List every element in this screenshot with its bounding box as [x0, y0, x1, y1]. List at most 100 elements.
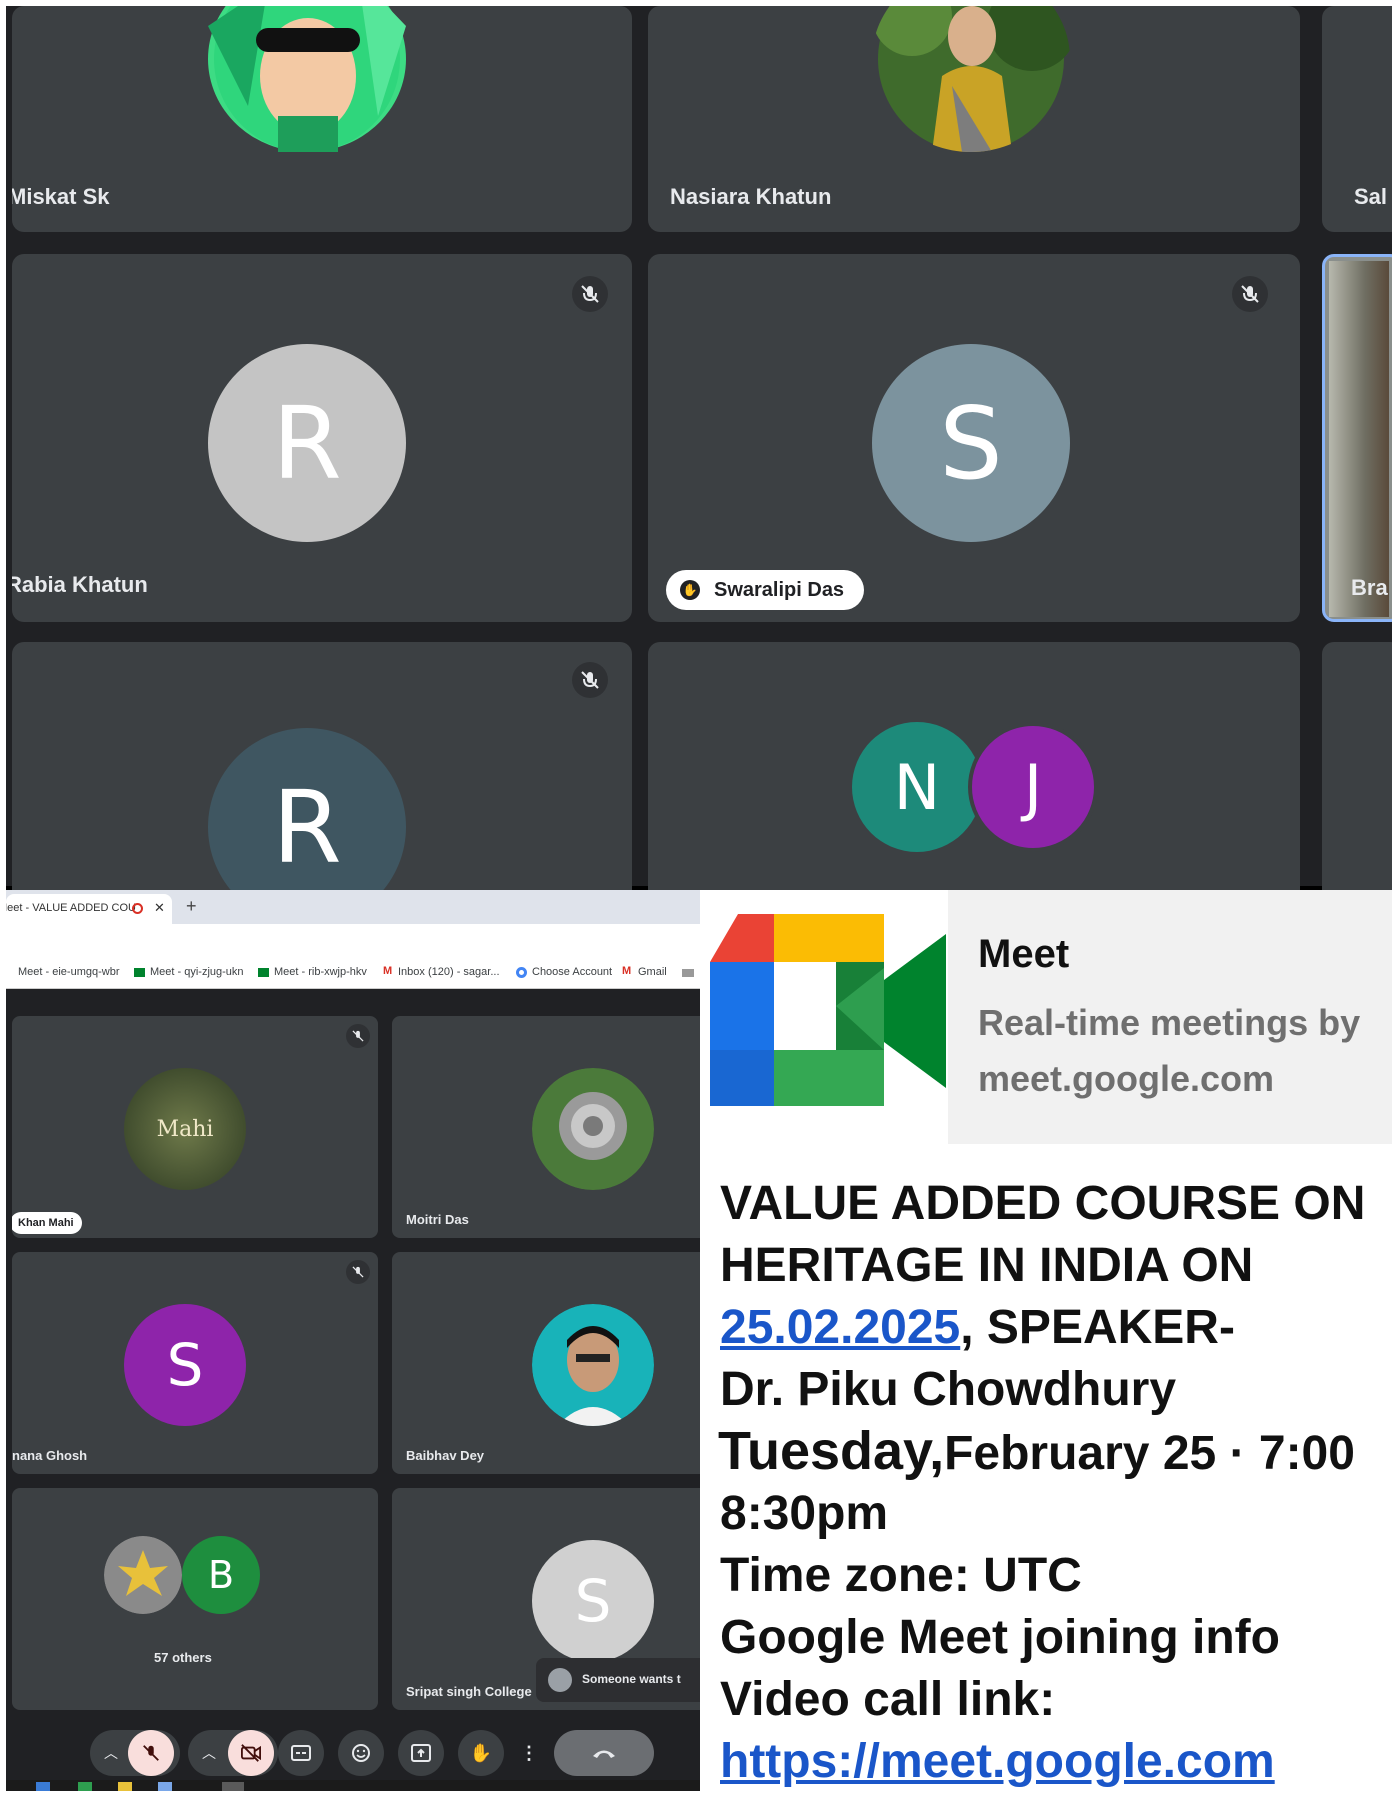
- participant-tile[interactable]: N J: [648, 642, 1300, 902]
- avatar-initial: R: [272, 384, 342, 502]
- participant-tile[interactable]: S ✋ Swaralipi Das: [648, 254, 1300, 622]
- avatar-initial: S: [574, 1567, 612, 1635]
- tab-title: Meet - VALUE ADDED COU: [6, 902, 136, 914]
- bookmark-item[interactable]: Meet - qyi-zjug-ukn: [150, 966, 244, 978]
- participant-avatar: R: [208, 728, 406, 902]
- close-tab-icon[interactable]: ✕: [154, 900, 165, 916]
- chevron-up-icon: ︿: [202, 1745, 216, 1761]
- participant-tile[interactable]: R: [12, 642, 632, 902]
- participant-avatar: S: [872, 344, 1070, 542]
- announcement-line: VALUE ADDED COURSE ON: [720, 1177, 1366, 1230]
- present-screen-icon: [411, 1744, 431, 1762]
- top-meet-grid: Miskat Sk Nasiara Khatun Sal R Rabia Kha…: [6, 6, 1392, 902]
- date-link[interactable]: 25.02.2025: [720, 1301, 960, 1354]
- toast-text: Someone wants t: [582, 1672, 681, 1686]
- gmail-bookmark-icon: M: [622, 965, 632, 977]
- mic-off-icon: [346, 1260, 370, 1284]
- mic-off-icon: [572, 276, 608, 312]
- preview-title: Meet: [978, 932, 1070, 976]
- participant-avatar: B: [182, 1536, 260, 1614]
- bookmark-item[interactable]: Meet - eie-umgq-wbr: [18, 966, 119, 978]
- participant-tile[interactable]: Sal: [1322, 6, 1392, 232]
- screenshot-collage: Miskat Sk Nasiara Khatun Sal R Rabia Kha…: [6, 6, 1392, 1791]
- bookmark-item[interactable]: Choose Account: [532, 966, 612, 978]
- speaking-name-chip: ✋ Swaralipi Das: [666, 570, 865, 610]
- mic-off-icon: [1232, 276, 1268, 312]
- participant-avatar: [872, 6, 1070, 152]
- taskbar-icon[interactable]: [222, 1782, 244, 1791]
- video-call-link[interactable]: https://meet.google.com: [720, 1734, 1275, 1789]
- new-tab-button[interactable]: +: [186, 896, 197, 917]
- participant-tile[interactable]: Miskat Sk: [12, 6, 632, 232]
- participant-tile[interactable]: Mahi Khan Mahi: [12, 1016, 378, 1238]
- reactions-button[interactable]: [338, 1730, 384, 1776]
- taskbar-icon[interactable]: [158, 1782, 172, 1791]
- participant-tile[interactable]: S nana Ghosh: [12, 1252, 378, 1474]
- participant-name: Sripat singh College: [406, 1684, 532, 1699]
- participant-avatar: J: [968, 722, 1098, 852]
- video-feed: [1329, 261, 1389, 617]
- avatar-initial: R: [272, 768, 342, 886]
- participant-avatar: [532, 1068, 654, 1190]
- bookmark-item[interactable]: Gmail: [638, 966, 667, 978]
- meet-bookmark-icon: [258, 968, 269, 977]
- join-request-toast[interactable]: Someone wants t: [536, 1658, 700, 1702]
- raise-hand-button[interactable]: ✋: [458, 1730, 504, 1776]
- participant-tile[interactable]: [1322, 642, 1392, 902]
- captions-button[interactable]: [278, 1730, 324, 1776]
- google-bookmark-icon: [516, 967, 527, 978]
- participant-avatar: N: [852, 722, 982, 852]
- browser-tab[interactable]: Meet - VALUE ADDED COU ✕: [6, 894, 172, 924]
- taskbar-icon[interactable]: [78, 1782, 92, 1791]
- mic-toggle-button[interactable]: [128, 1730, 174, 1776]
- participant-tile[interactable]: Nasiara Khatun: [648, 6, 1300, 232]
- participant-avatar: R: [208, 344, 406, 542]
- emoji-icon: [352, 1744, 370, 1762]
- more-vert-icon: ⋮: [520, 1742, 538, 1763]
- camera-toggle-button[interactable]: [228, 1730, 274, 1776]
- others-count: 57 others: [154, 1650, 212, 1665]
- taskbar: [6, 1780, 700, 1791]
- participant-tile[interactable]: R Rabia Khatun: [12, 254, 632, 622]
- invite-post: Meet Real-time meetings by meet.google.c…: [700, 890, 1392, 1791]
- participant-avatar: [104, 1536, 182, 1614]
- participant-name: Swaralipi Das: [714, 578, 845, 601]
- bookmarks-bar: Meet - eie-umgq-wbr Meet - qyi-zjug-ukn …: [6, 958, 700, 989]
- participant-name: nana Ghosh: [12, 1448, 88, 1463]
- bookmark-item[interactable]: Inbox (120) - sagar...: [398, 966, 500, 978]
- preview-domain: meet.google.com: [978, 1058, 1275, 1099]
- preview-subtitle: Real-time meetings by: [978, 1002, 1361, 1043]
- participant-name: Miskat Sk: [12, 184, 110, 209]
- event-day: Tuesday,: [718, 1421, 945, 1481]
- present-button[interactable]: [398, 1730, 444, 1776]
- participant-tile[interactable]: B 57 others: [12, 1488, 378, 1710]
- speaker-label: , SPEAKER-: [960, 1301, 1235, 1354]
- avatar-text: Mahi: [156, 1116, 214, 1142]
- participant-tile[interactable]: Bra: [1322, 254, 1392, 622]
- participant-name: Bra: [1351, 575, 1388, 600]
- avatar-initial: J: [1023, 750, 1043, 824]
- participant-avatar: S: [532, 1540, 654, 1662]
- participant-avatar: [208, 6, 406, 152]
- mic-off-icon: [572, 662, 608, 698]
- camera-off-icon: [241, 1744, 261, 1762]
- link-preview-card[interactable]: Meet Real-time meetings by meet.google.c…: [700, 890, 1392, 1144]
- name-chip: Khan Mahi: [12, 1212, 82, 1234]
- participant-tile[interactable]: Moitri Das: [392, 1016, 700, 1238]
- participant-name: Baibhav Dey: [406, 1448, 485, 1463]
- participant-avatar: [532, 1304, 654, 1426]
- date-speaker-line: 25.02.2025, SPEAKER-: [720, 1300, 1235, 1355]
- avatar: [548, 1668, 572, 1692]
- more-options-button[interactable]: ⋮: [516, 1730, 542, 1776]
- participant-tile[interactable]: Baibhav Dey: [392, 1252, 700, 1474]
- bookmark-icon: [682, 969, 694, 977]
- event-date-time: February 25 · 7:00: [944, 1427, 1355, 1480]
- bookmark-item[interactable]: Meet - rib-xwjp-hkv: [274, 966, 367, 978]
- hand-raised-icon: ✋: [680, 580, 700, 600]
- browser-screenshot: Meet - VALUE ADDED COU ✕ + Meet - eie-um…: [6, 890, 700, 1791]
- video-call-label: Video call link:: [720, 1673, 1056, 1726]
- event-datetime: Tuesday,February 25 · 7:00: [718, 1420, 1355, 1482]
- taskbar-icon[interactable]: [36, 1782, 50, 1791]
- leave-call-button[interactable]: [554, 1730, 654, 1776]
- taskbar-icon[interactable]: [118, 1782, 132, 1791]
